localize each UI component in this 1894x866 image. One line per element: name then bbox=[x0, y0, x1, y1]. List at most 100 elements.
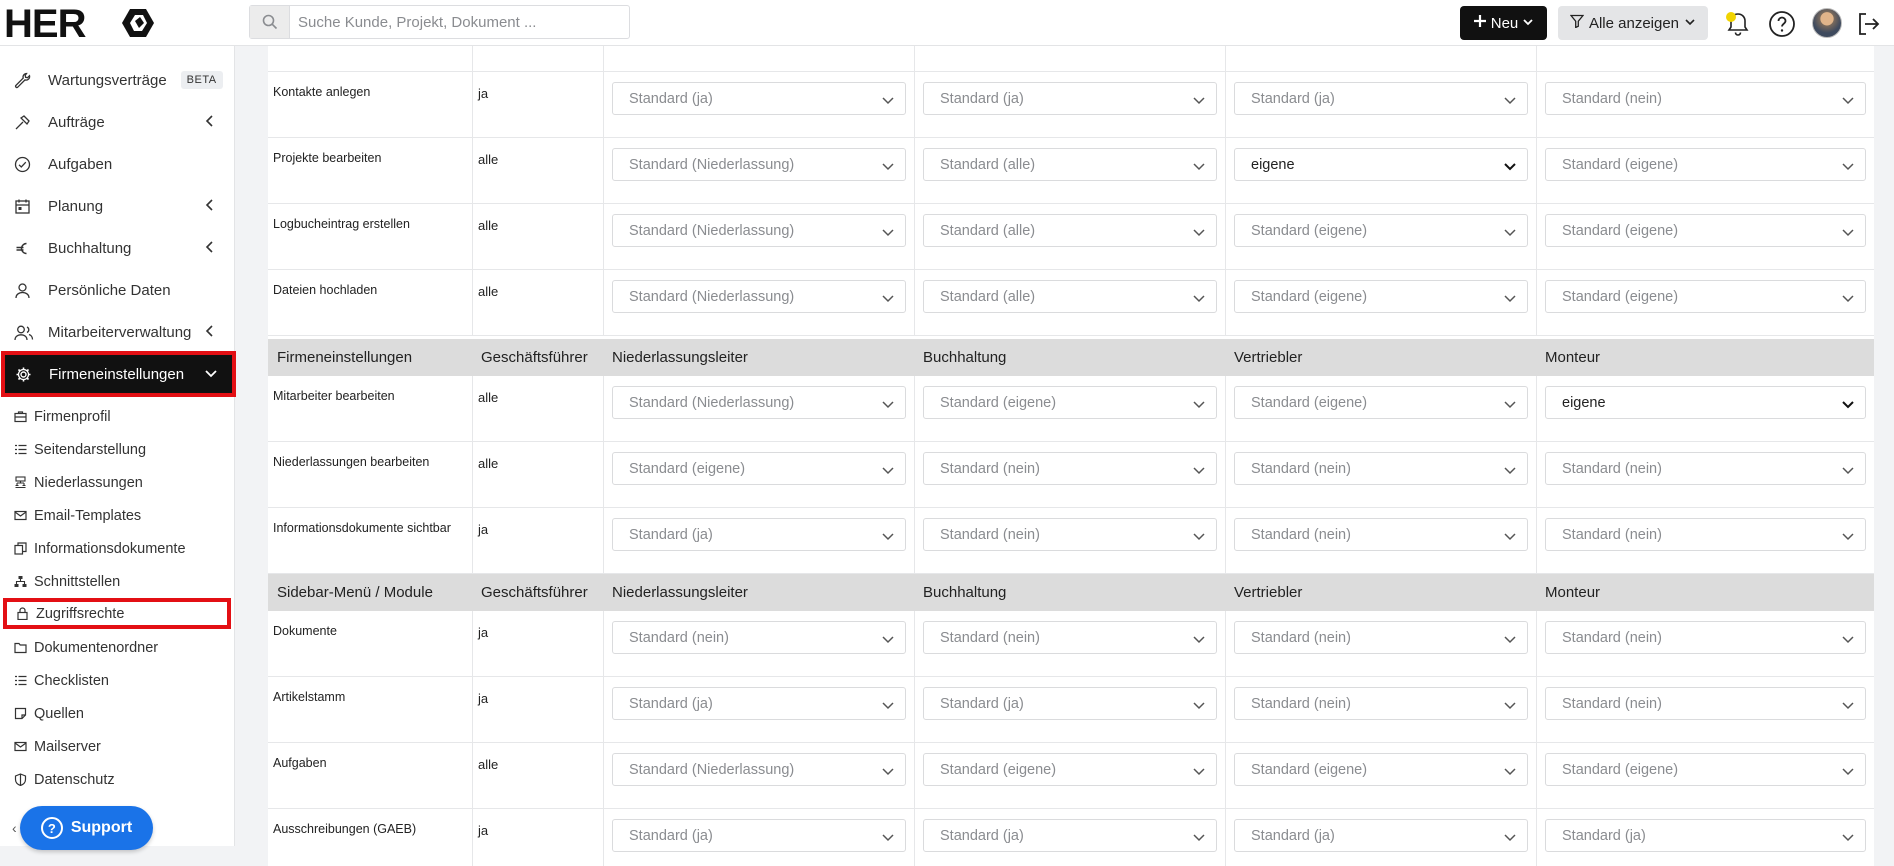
search-input[interactable] bbox=[298, 6, 624, 38]
permission-select[interactable]: Standard (ja) bbox=[1234, 819, 1528, 852]
select-value: Standard (alle) bbox=[940, 222, 1036, 239]
sidebar-item-persoenliche-daten[interactable]: Persönliche Daten bbox=[0, 269, 234, 311]
permission-select[interactable]: Standard (ja) bbox=[612, 687, 906, 720]
select-cell: Standard (alle) bbox=[915, 138, 1226, 203]
permission-select[interactable]: Standard (nein) bbox=[1234, 518, 1528, 551]
permission-select[interactable]: Standard (nein) bbox=[923, 621, 1217, 654]
chevron-left-icon bbox=[204, 198, 216, 216]
permission-select[interactable]: Standard (nein) bbox=[612, 621, 906, 654]
envelope-icon bbox=[14, 740, 30, 753]
permission-select[interactable]: eigene bbox=[1545, 386, 1866, 419]
permission-name-cell: Niederlassungen bearbeiten bbox=[268, 442, 473, 507]
permission-select[interactable]: Standard (eigene) bbox=[923, 386, 1217, 419]
chevron-down-icon bbox=[881, 159, 895, 177]
permission-select[interactable]: Standard (nein) bbox=[1545, 518, 1866, 551]
filter-button[interactable]: Alle anzeigen bbox=[1558, 6, 1708, 40]
chevron-down-icon bbox=[881, 93, 895, 111]
permission-select[interactable]: Standard (nein) bbox=[923, 518, 1217, 551]
permission-select[interactable]: Standard (ja) bbox=[923, 819, 1217, 852]
sidebar-item-mitarbeiterverwaltung[interactable]: Mitarbeiterverwaltung bbox=[0, 311, 234, 353]
permission-select[interactable]: Standard (eigene) bbox=[1545, 148, 1866, 181]
logout-icon[interactable] bbox=[1852, 8, 1884, 40]
submenu-mailserver[interactable]: Mailserver bbox=[0, 730, 234, 763]
submenu-firmenprofil[interactable]: Firmenprofil bbox=[0, 400, 234, 433]
permission-select[interactable]: Standard (Niederlassung) bbox=[612, 753, 906, 786]
submenu-datenschutz[interactable]: Datenschutz bbox=[0, 763, 234, 796]
hero-logo[interactable]: HER bbox=[4, 4, 164, 42]
permission-select[interactable]: Standard (eigene) bbox=[1545, 214, 1866, 247]
notifications-bell-icon[interactable] bbox=[1722, 8, 1754, 40]
permission-select[interactable]: Standard (ja) bbox=[612, 819, 906, 852]
permission-select[interactable]: Standard (alle) bbox=[923, 148, 1217, 181]
permission-select[interactable]: Standard (eigene) bbox=[1545, 753, 1866, 786]
permission-select[interactable]: Standard (Niederlassung) bbox=[612, 386, 906, 419]
permission-select[interactable]: Standard (eigene) bbox=[1545, 280, 1866, 313]
permission-select[interactable]: Standard (eigene) bbox=[1234, 386, 1528, 419]
help-icon[interactable] bbox=[1766, 8, 1798, 40]
chevron-down-icon bbox=[1503, 632, 1517, 650]
submenu-label: Informationsdokumente bbox=[34, 540, 186, 557]
permission-select[interactable]: Standard (eigene) bbox=[1234, 280, 1528, 313]
table-row: Aufgaben alle Standard (Niederlassung) Stan… bbox=[268, 743, 1874, 809]
submenu-label: Zugriffsrechte bbox=[36, 605, 125, 622]
sidebar-item-planung[interactable]: Planung bbox=[0, 185, 234, 227]
submenu-informationsdokumente[interactable]: Informationsdokumente bbox=[0, 532, 234, 565]
permission-select[interactable]: Standard (nein) bbox=[1545, 82, 1866, 115]
submenu-niederlassungen[interactable]: Niederlassungen bbox=[0, 466, 234, 499]
permission-select[interactable]: Standard (ja) bbox=[1234, 82, 1528, 115]
select-value: Standard (nein) bbox=[940, 629, 1040, 646]
chevron-down-icon bbox=[881, 632, 895, 650]
sidebar-item-aufgaben[interactable]: Aufgaben bbox=[0, 143, 234, 185]
network-icon bbox=[14, 575, 30, 588]
permission-select[interactable]: Standard (ja) bbox=[923, 82, 1217, 115]
permission-select[interactable]: Standard (nein) bbox=[1234, 687, 1528, 720]
permission-select[interactable]: Standard (ja) bbox=[1545, 819, 1866, 852]
sidebar-item-firmeneinstellungen[interactable]: Firmeneinstellungen bbox=[1, 351, 236, 397]
permission-select[interactable]: Standard (Niederlassung) bbox=[612, 280, 906, 313]
permission-select[interactable]: Standard (nein) bbox=[1234, 621, 1528, 654]
permission-select[interactable]: Standard (ja) bbox=[612, 82, 906, 115]
scrollbar[interactable] bbox=[1874, 46, 1894, 866]
sidebar-item-label: Aufträge bbox=[48, 113, 105, 131]
sidebar-item-buchhaltung[interactable]: Buchhaltung bbox=[0, 227, 234, 269]
sidebar-item-auftraege[interactable]: Aufträge bbox=[0, 101, 234, 143]
select-value: Standard (eigene) bbox=[1251, 288, 1368, 305]
submenu-dokumentenordner[interactable]: Dokumentenordner bbox=[0, 631, 234, 664]
user-avatar[interactable] bbox=[1812, 8, 1842, 38]
select-value: Standard (eigene) bbox=[1562, 761, 1679, 778]
permission-select[interactable]: Standard (nein) bbox=[1545, 621, 1866, 654]
permission-select[interactable]: Standard (ja) bbox=[612, 518, 906, 551]
select-value: Standard (eigene) bbox=[1562, 288, 1679, 305]
sidebar-item-wartungsvertraege[interactable]: Wartungsverträge BETA bbox=[0, 59, 234, 101]
permission-select[interactable]: Standard (nein) bbox=[1234, 452, 1528, 485]
permission-select[interactable]: Standard (Niederlassung) bbox=[612, 148, 906, 181]
permission-select[interactable]: eigene bbox=[1234, 148, 1528, 181]
permission-select[interactable]: Standard (eigene) bbox=[1234, 753, 1528, 786]
submenu-seitendarstellung[interactable]: Seitendarstellung bbox=[0, 433, 234, 466]
submenu-schnittstellen[interactable]: Schnittstellen bbox=[0, 565, 234, 598]
owner-value-cell: alle bbox=[473, 270, 604, 335]
select-value: Standard (Niederlassung) bbox=[629, 288, 795, 305]
permission-name-cell: Logbucheintrag erstellen bbox=[268, 204, 473, 269]
select-cell: Standard (ja) bbox=[1226, 809, 1537, 866]
permission-select[interactable]: Standard (alle) bbox=[923, 280, 1217, 313]
permission-select[interactable]: Standard (nein) bbox=[1545, 687, 1866, 720]
submenu-checklisten[interactable]: Checklisten bbox=[0, 664, 234, 697]
submenu-email-templates[interactable]: Email-Templates bbox=[0, 499, 234, 532]
permission-select[interactable]: Standard (ja) bbox=[923, 687, 1217, 720]
permission-select[interactable]: Standard (nein) bbox=[923, 452, 1217, 485]
permission-name-cell: Kontakte anlegen bbox=[268, 72, 473, 137]
search-icon[interactable] bbox=[250, 6, 290, 38]
support-button[interactable]: ? Support bbox=[20, 806, 153, 850]
permission-select[interactable]: Standard (alle) bbox=[923, 214, 1217, 247]
sidebar-collapse-icon[interactable]: ‹ bbox=[12, 820, 17, 836]
permission-select[interactable]: Standard (eigene) bbox=[1234, 214, 1528, 247]
permission-select[interactable]: Standard (eigene) bbox=[923, 753, 1217, 786]
permission-select[interactable]: Standard (Niederlassung) bbox=[612, 214, 906, 247]
submenu-zugriffsrechte[interactable]: Zugriffsrechte bbox=[3, 598, 231, 629]
submenu-quellen[interactable]: Quellen bbox=[0, 697, 234, 730]
new-button[interactable]: Neu bbox=[1460, 6, 1547, 40]
permission-select[interactable]: Standard (eigene) bbox=[612, 452, 906, 485]
select-cell: Standard (nein) bbox=[1226, 442, 1537, 507]
permission-select[interactable]: Standard (nein) bbox=[1545, 452, 1866, 485]
